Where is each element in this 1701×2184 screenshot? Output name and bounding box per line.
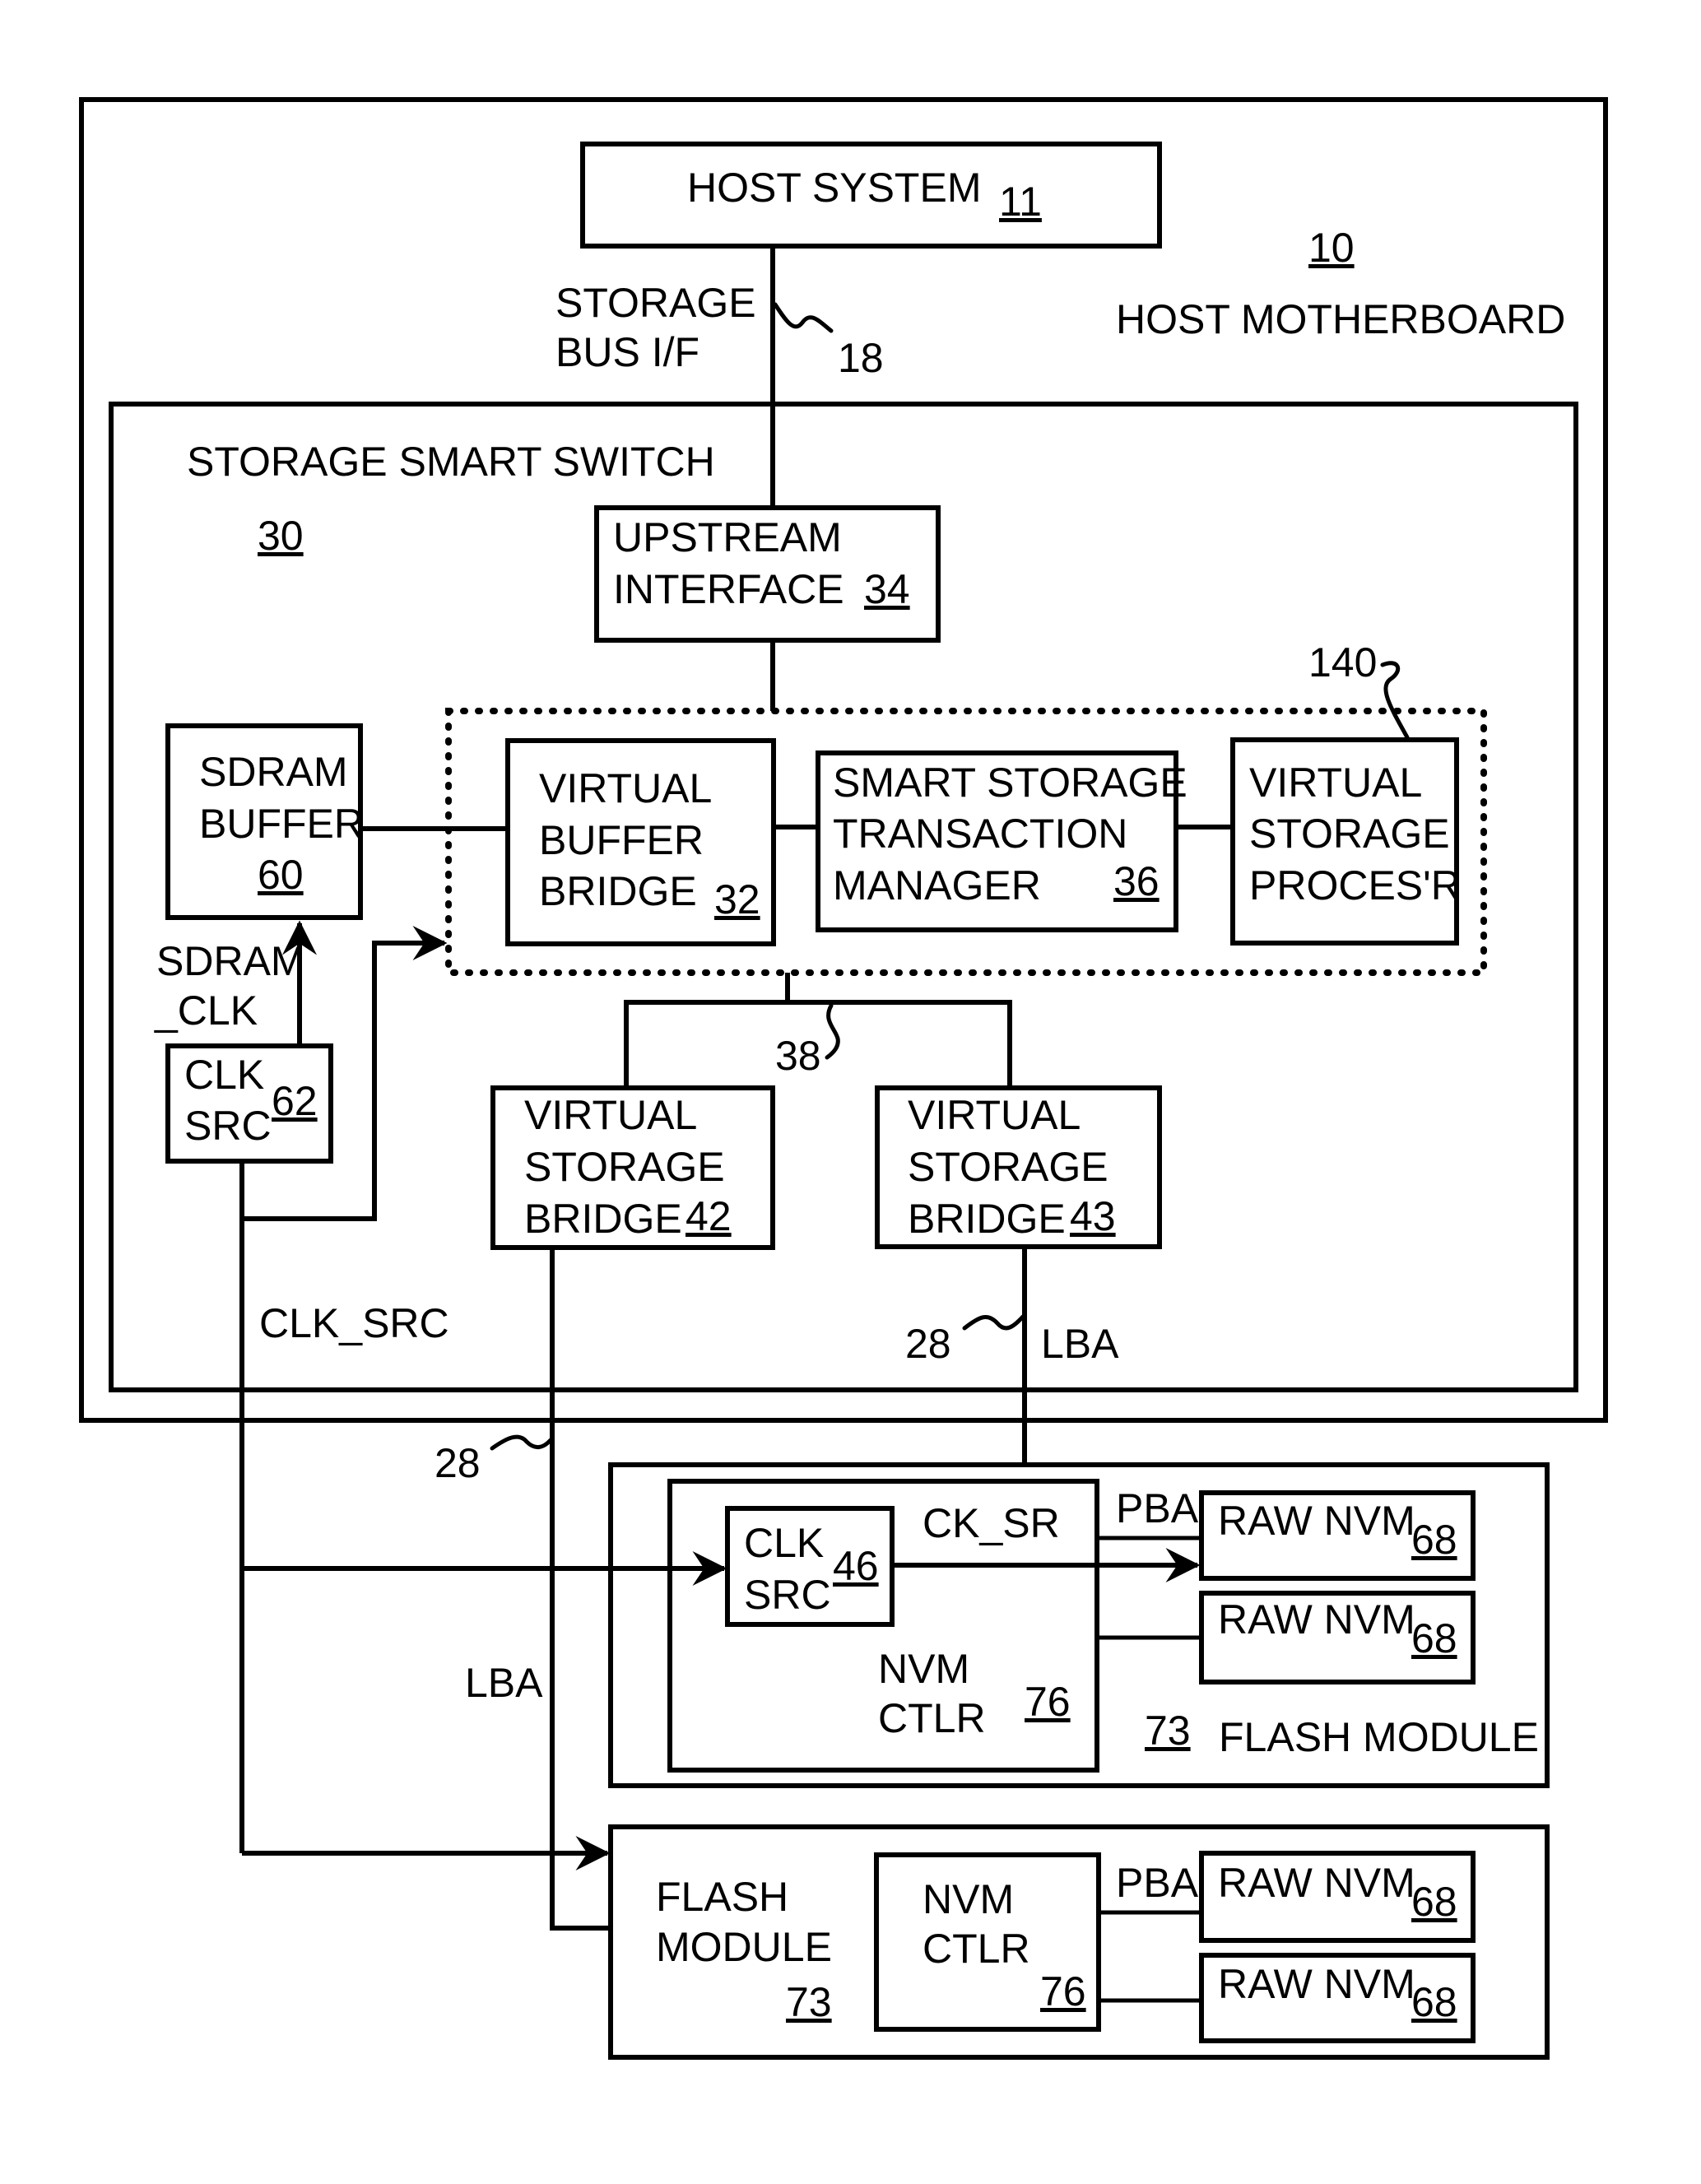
sstm-label-1: SMART STORAGE — [833, 760, 1187, 806]
block-diagram: 10 HOST MOTHERBOARD HOST SYSTEM 11 STORA… — [79, 97, 1608, 2060]
sstm-label-2: TRANSACTION — [833, 811, 1127, 857]
flash-1-raw-nvm-1-label: RAW NVM — [1218, 1498, 1415, 1544]
motherboard-label: HOST MOTHERBOARD — [1116, 296, 1565, 342]
vsp-label-1: VIRTUAL — [1249, 760, 1422, 806]
vsb-43-label-2: STORAGE — [908, 1144, 1108, 1190]
vsb-42-label-3: BRIDGE — [524, 1196, 682, 1242]
flash-1-raw-nvm-1-ref: 68 — [1411, 1517, 1457, 1563]
flash-1-nvm-ctlr-label-1: NVM — [878, 1646, 969, 1692]
lba-42-label: LBA — [465, 1660, 543, 1706]
group-ref: 140 — [1308, 639, 1377, 685]
flash-1-ref: 73 — [1145, 1708, 1191, 1754]
flash-1-nvm-ctlr-label-2: CTLR — [878, 1695, 986, 1741]
flash-1-clk-src-ref: 46 — [833, 1543, 879, 1589]
flash-1-ck-sr-label: CK_SR — [923, 1500, 1060, 1546]
vsp-label-3: PROCES'R — [1249, 862, 1461, 908]
vsb-42-label-1: VIRTUAL — [524, 1092, 697, 1138]
flash-1-raw-nvm-2-ref: 68 — [1411, 1615, 1457, 1661]
vsb-42-ref: 42 — [686, 1193, 732, 1239]
flash-1-pba-label: PBA — [1116, 1485, 1199, 1531]
vsb-42-label-2: STORAGE — [524, 1144, 725, 1190]
flash-2-raw-nvm-1-label: RAW NVM — [1218, 1860, 1415, 1906]
host-system-label: HOST SYSTEM — [687, 165, 981, 211]
lba-42-ref: 28 — [435, 1440, 481, 1486]
flash-1-label: FLASH MODULE — [1219, 1714, 1539, 1760]
storage-bus-label-2: BUS I/F — [555, 329, 699, 375]
flash-1-clk-src-label-1: CLK — [744, 1520, 824, 1566]
flash-2-raw-nvm-2-label: RAW NVM — [1218, 1961, 1415, 2007]
host-system-ref: 11 — [999, 179, 1042, 225]
bus-38-leader — [825, 1003, 840, 1060]
sstm-ref: 36 — [1113, 858, 1160, 904]
sdram-clk-label-2: _CLK — [154, 987, 258, 1034]
vsb-43-label-3: BRIDGE — [908, 1196, 1066, 1242]
flash-2-nvm-ctlr-label-1: NVM — [923, 1876, 1014, 1922]
flash-1-nvm-ctlr-ref: 76 — [1025, 1679, 1071, 1725]
lba-43-leader — [962, 1314, 1025, 1331]
clk-src-62-label-1: CLK — [184, 1052, 264, 1098]
lba-42-line — [550, 1248, 611, 1931]
sdram-buffer-label-2: BUFFER — [199, 801, 364, 847]
smart-switch-ref: 30 — [258, 513, 304, 559]
upstream-interface-label-1: UPSTREAM — [613, 514, 842, 560]
group-140-leader — [1380, 661, 1410, 740]
flash-2-raw-nvm-1-ref: 68 — [1411, 1879, 1457, 1925]
flash-2-nvm-ctlr-ref: 76 — [1040, 1968, 1086, 2014]
flash-1-clk-src-label-2: SRC — [744, 1572, 831, 1618]
vbb-label-1: VIRTUAL — [539, 765, 712, 811]
vsb-43-label-1: VIRTUAL — [908, 1092, 1081, 1138]
upstream-interface-ref: 34 — [864, 566, 910, 612]
vbb-label-2: BUFFER — [539, 817, 704, 863]
flash-2-label-2: MODULE — [656, 1924, 832, 1970]
flash-2-nvm-ctlr-label-2: CTLR — [923, 1926, 1030, 1972]
bus-38-ref: 38 — [775, 1033, 821, 1079]
flash-2-pba-label: PBA — [1116, 1860, 1199, 1906]
lba-43-ref: 28 — [905, 1321, 951, 1367]
storage-bus-ref: 18 — [838, 335, 884, 381]
sdram-buffer-label-1: SDRAM — [199, 749, 348, 795]
flash-1-raw-nvm-2-label: RAW NVM — [1218, 1596, 1415, 1643]
lba-42-leader — [490, 1434, 553, 1451]
upstream-interface-label-2: INTERFACE — [613, 566, 844, 612]
motherboard-ref: 10 — [1308, 225, 1355, 271]
clk-src-62-ref: 62 — [272, 1078, 318, 1124]
sdram-clk-label-1: SDRAM — [156, 938, 305, 984]
vsp-label-2: STORAGE — [1249, 811, 1450, 857]
sdram-buffer-ref: 60 — [258, 852, 304, 898]
storage-bus-label-1: STORAGE — [555, 280, 756, 326]
sstm-label-3: MANAGER — [833, 862, 1041, 908]
bus-18-leader — [773, 302, 834, 333]
flash-2-raw-nvm-2-ref: 68 — [1411, 1979, 1457, 2025]
flash-2-label-1: FLASH — [656, 1874, 788, 1920]
clk-src-signal-label: CLK_SRC — [259, 1300, 449, 1346]
vbb-label-3: BRIDGE — [539, 868, 697, 914]
vsb-43-ref: 43 — [1070, 1193, 1116, 1239]
smart-switch-label: STORAGE SMART SWITCH — [187, 439, 715, 485]
vbb-ref: 32 — [714, 876, 760, 922]
flash-2-ref: 73 — [786, 1979, 832, 2025]
lba-43-label: LBA — [1041, 1321, 1119, 1367]
clk-src-62-label-2: SRC — [184, 1103, 272, 1149]
